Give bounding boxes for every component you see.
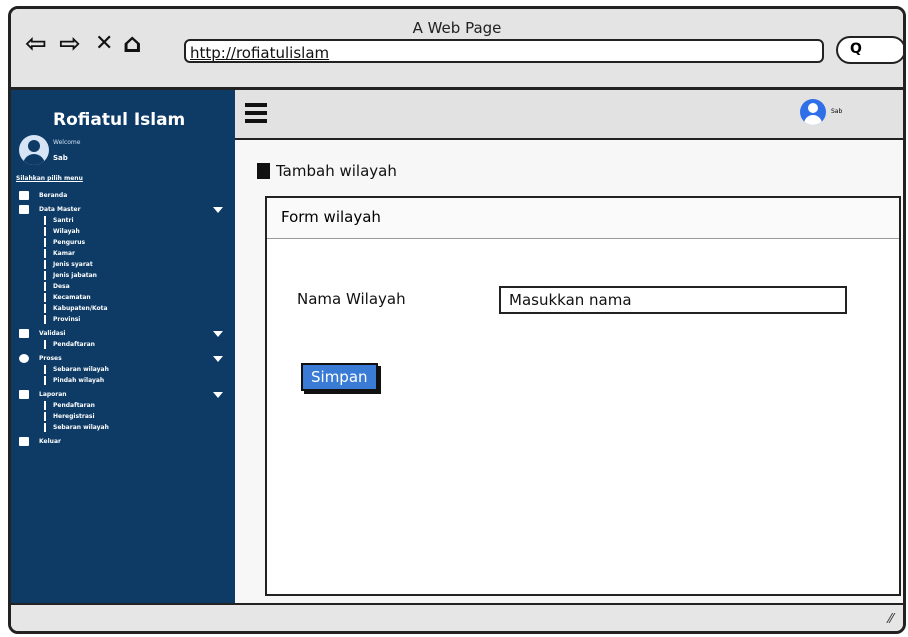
sidebar-item[interactable]: Proses [11,353,235,364]
panel-title: Form wilayah [267,198,899,239]
pencil-icon [19,329,29,338]
sidebar-item-label: Jenis syarat [53,261,93,268]
search-icon: Q [850,41,862,57]
hamburger-menu-icon[interactable] [245,103,267,127]
sidebar-item-label: Provinsi [53,316,81,323]
top-user-avatar-icon[interactable] [800,99,826,125]
sidebar-item-label: Heregistrasi [53,413,95,420]
page-title: Tambah wilayah [276,162,397,180]
user-avatar-icon [19,135,49,165]
sidebar-item[interactable]: Data Master [11,204,235,215]
sidebar-item[interactable]: Validasi [11,328,235,339]
sidebar-item-label: Validasi [39,330,66,337]
form-panel: Form wilayah Nama Wilayah Masukkan nama … [265,196,901,596]
browser-titlebar: A Web Page ⇦ ⇨ ✕ ⌂ http://rofiatulislam … [11,9,903,90]
sidebar-item-label: Laporan [39,391,67,398]
forward-arrow-icon[interactable]: ⇨ [59,29,81,59]
brand-name: Rofiatul Islam [53,110,186,130]
sidebar-item[interactable]: Kabupaten/Kota [11,303,235,314]
save-button[interactable]: Simpan [301,363,378,391]
sidebar-item-label: Proses [39,355,62,362]
sidebar-item-label: Keluar [39,438,61,445]
sidebar: Rofiatul Islam Welcome Sab Silahkan pili… [11,90,235,610]
chevron-down-icon[interactable] [213,331,223,337]
sidebar-item-label: Pindah wilayah [53,377,105,384]
browser-statusbar: ⁄⁄ [11,603,903,631]
home-icon[interactable]: ⌂ [123,29,142,59]
sidebar-item[interactable]: Kamar [11,248,235,259]
edit-icon [19,191,29,200]
sidebar-item[interactable]: Santri [11,215,235,226]
sidebar-item[interactable]: Pindah wilayah [11,375,235,386]
sidebar-item-label: Jenis jabatan [53,272,97,279]
back-arrow-icon[interactable]: ⇦ [25,29,47,59]
sidebar-item-label: Kamar [53,250,75,257]
top-username: Sab [831,108,843,115]
sidebar-item[interactable]: Desa [11,281,235,292]
sidebar-item-label: Sebaran wilayah [53,366,109,373]
sidebar-item-label: Sebaran wilayah [53,424,109,431]
sidebar-item[interactable]: Keluar [11,436,235,447]
window-title: A Web Page [412,19,502,37]
sidebar-item[interactable]: Jenis syarat [11,259,235,270]
sidebar-item[interactable]: Laporan [11,389,235,400]
gear-icon [19,354,29,363]
chevron-down-icon[interactable] [213,356,223,362]
nama-wilayah-input[interactable]: Masukkan nama [499,286,847,314]
sidebar-item[interactable]: Jenis jabatan [11,270,235,281]
sidebar-item[interactable]: Beranda [11,190,235,201]
sidebar-item[interactable]: Pendaftaran [11,400,235,411]
chevron-down-icon[interactable] [213,207,223,213]
welcome-text: Welcome [53,139,81,146]
logout-icon [19,437,29,446]
folder-icon [19,205,29,214]
sidebar-menu: Beranda Data Master Santri Wilayah Pengurus K… [11,187,235,447]
document-icon [19,390,29,399]
address-bar[interactable]: http://rofiatulislam [184,39,824,63]
page-heading: Tambah wilayah [257,162,397,180]
sidebar-item-label: Beranda [39,192,68,199]
sidebar-item[interactable]: Provinsi [11,314,235,325]
search-box[interactable]: Q [836,36,903,64]
chevron-down-icon[interactable] [213,392,223,398]
sidebar-item-label: Desa [53,283,70,290]
sidebar-item-label: Pengurus [53,239,86,246]
sidebar-item-label: Kecamatan [53,294,91,301]
sidebar-item-label: Pendaftaran [53,341,95,348]
sidebar-username: Sab [53,154,68,162]
top-navbar: Sab [235,90,903,140]
sidebar-item[interactable]: Pengurus [11,237,235,248]
sidebar-item-label: Santri [53,217,74,224]
sidebar-item[interactable]: Sebaran wilayah [11,364,235,375]
sidebar-item[interactable]: Kecamatan [11,292,235,303]
sidebar-item-label: Wilayah [53,228,80,235]
sidebar-item[interactable]: Wilayah [11,226,235,237]
menu-hint: Silahkan pilih menu [16,175,83,182]
main-content: Sab Tambah wilayah Form wilayah Nama Wil… [235,90,903,610]
resize-grip-icon[interactable]: ⁄⁄ [889,612,893,627]
sidebar-item-label: Kabupaten/Kota [53,305,108,312]
building-icon [257,163,270,179]
close-icon[interactable]: ✕ [95,29,113,59]
sidebar-item[interactable]: Sebaran wilayah [11,422,235,433]
sidebar-item[interactable]: Heregistrasi [11,411,235,422]
nama-wilayah-label: Nama Wilayah [297,290,406,308]
browser-window: A Web Page ⇦ ⇨ ✕ ⌂ http://rofiatulislam … [8,6,906,634]
sidebar-item[interactable]: Pendaftaran [11,339,235,350]
sidebar-item-label: Pendaftaran [53,402,95,409]
sidebar-item-label: Data Master [39,206,81,213]
